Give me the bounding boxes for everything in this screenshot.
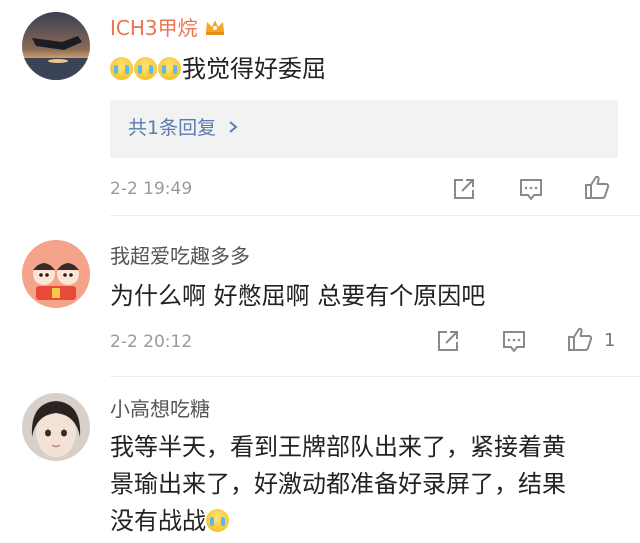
username[interactable]: 小高想吃糖 [110,397,210,421]
timestamp: 2-2 19:49 [110,179,193,199]
share-icon[interactable] [434,327,462,355]
comment-icon[interactable] [500,327,528,355]
thumbs-up-icon[interactable] [583,173,611,201]
comment-text: 为什么啊 好憋屈啊 总要有个原因吧 [110,282,486,310]
reply-box[interactable]: 共1条回复 [110,100,618,158]
crying-emoji-icon [206,509,229,532]
comment-text-line-3: 没有战战 [110,503,622,540]
username[interactable]: ICH3甲烷 [110,16,226,40]
avatar[interactable] [22,240,90,308]
like-count: 1 [604,330,616,351]
view-replies-link[interactable]: 共1条回复 [128,115,238,141]
comment-item: 小高想吃糖 我等半天，看到王牌部队出来了，紧接着黄 景瑜出来了，好激动都准备好录… [0,377,640,543]
username[interactable]: 我超爱吃趣多多 [110,244,250,268]
reply-summary[interactable]: 共1条回复 [128,117,216,139]
comment-item: ICH3甲烷 我觉得好委屈 共1条回复 2-2 19:49 [0,0,640,210]
crown-badge-icon [204,17,226,37]
comment-text-line-1: 我等半天，看到王牌部队出来了，紧接着黄 [110,433,566,461]
username-text[interactable]: ICH3甲烷 [110,16,198,40]
comment-item: 我超爱吃趣多多 为什么啊 好憋屈啊 总要有个原因吧 2-2 20:12 1 [0,216,640,376]
crying-emoji-icon [158,57,181,80]
comment-text-body: 我觉得好委屈 [182,55,326,83]
chevron-right-icon [228,115,238,141]
comment-text-line-3-body: 没有战战 [110,507,206,535]
comment-text-line-2: 景瑜出来了，好激动都准备好录屏了，结果 [110,470,566,498]
avatar[interactable] [22,393,90,461]
comment-icon[interactable] [517,175,545,203]
comment-text: 我觉得好委屈 [110,51,622,88]
crying-emoji-icon [134,57,157,80]
avatar[interactable] [22,12,90,80]
share-icon[interactable] [450,175,478,203]
crying-emoji-icon [110,57,133,80]
thumbs-up-icon[interactable] [566,325,594,353]
timestamp: 2-2 20:12 [110,332,193,352]
